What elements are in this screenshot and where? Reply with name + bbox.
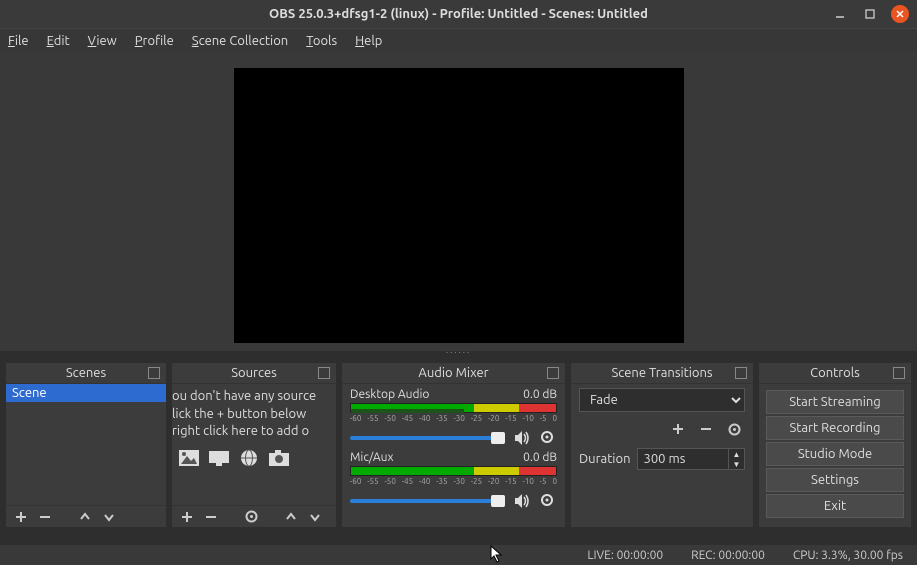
controls-panel: Controls Start Streaming Start Recording…: [759, 363, 911, 527]
audio-channel: Desktop Audio 0.0 dB -60-55-50-45-40-35-3…: [342, 384, 565, 447]
volume-slider[interactable]: [350, 436, 505, 440]
source-remove-button[interactable]: [202, 508, 220, 526]
window-title: OBS 25.0.3+dfsg1-2 (linux) - Profile: Un…: [269, 7, 648, 21]
channel-settings-icon[interactable]: [539, 429, 557, 447]
transition-settings-button[interactable]: [725, 420, 743, 438]
mouse-cursor-icon: [490, 545, 504, 563]
image-source-icon: [176, 447, 202, 469]
speaker-icon[interactable]: [513, 429, 531, 447]
scene-up-button[interactable]: [76, 508, 94, 526]
start-recording-button[interactable]: Start Recording: [766, 416, 904, 440]
source-up-button[interactable]: [282, 508, 300, 526]
mixer-title: Audio Mixer: [418, 366, 488, 380]
menu-help[interactable]: Help: [355, 34, 382, 48]
meter-ticks: -60-55-50-45-40-35-30-25-20-15-10-50: [350, 414, 557, 423]
panel-resize-grip[interactable]: ......: [446, 345, 471, 355]
scenes-panel: Scenes Scene: [6, 363, 166, 527]
display-source-icon: [206, 447, 232, 469]
sources-title: Sources: [231, 366, 277, 380]
sources-panel: Sources ou don't have any source lick th…: [172, 363, 336, 527]
window-close-button[interactable]: [891, 5, 909, 23]
popout-icon[interactable]: [547, 367, 559, 379]
scene-item[interactable]: Scene: [6, 384, 166, 402]
vu-meter: [350, 466, 557, 476]
menu-scene-collection[interactable]: Scene Collection: [192, 34, 288, 48]
controls-title: Controls: [810, 366, 860, 380]
duration-input[interactable]: [637, 448, 730, 470]
transition-remove-button[interactable]: [697, 420, 715, 438]
scene-add-button[interactable]: [12, 508, 30, 526]
menu-view[interactable]: View: [88, 34, 117, 48]
menu-profile[interactable]: Profile: [135, 34, 174, 48]
channel-db: 0.0 dB: [523, 451, 557, 464]
window-minimize-button[interactable]: [831, 5, 849, 23]
duration-label: Duration: [579, 452, 631, 466]
menubar: File Edit View Profile Scene Collection …: [0, 28, 917, 52]
menu-edit[interactable]: Edit: [47, 34, 70, 48]
audio-channel: Mic/Aux 0.0 dB -60-55-50-45-40-35-30-25-2…: [342, 447, 565, 510]
exit-button[interactable]: Exit: [766, 494, 904, 518]
volume-slider[interactable]: [350, 499, 505, 503]
menu-tools[interactable]: Tools: [306, 34, 337, 48]
camera-source-icon: [266, 447, 292, 469]
channel-db: 0.0 dB: [523, 388, 557, 401]
sources-hint: ou don't have any source lick the + butt…: [172, 384, 336, 445]
start-streaming-button[interactable]: Start Streaming: [766, 390, 904, 414]
meter-ticks: -60-55-50-45-40-35-30-25-20-15-10-50: [350, 477, 557, 486]
popout-icon[interactable]: [735, 367, 747, 379]
titlebar: OBS 25.0.3+dfsg1-2 (linux) - Profile: Un…: [0, 0, 917, 28]
statusbar: LIVE: 00:00:00 REC: 00:00:00 CPU: 3.3%, …: [0, 545, 917, 565]
channel-name: Desktop Audio: [350, 388, 429, 401]
preview-area: [0, 52, 917, 351]
duration-spinner[interactable]: ▲▼: [729, 448, 745, 470]
transitions-panel: Scene Transitions Fade Duration ▲▼: [571, 363, 753, 527]
vu-meter: [350, 403, 557, 413]
settings-button[interactable]: Settings: [766, 468, 904, 492]
status-live: LIVE: 00:00:00: [587, 549, 663, 562]
audio-mixer-panel: Audio Mixer Desktop Audio 0.0 dB -60-55-5…: [342, 363, 565, 527]
source-add-button[interactable]: [178, 508, 196, 526]
popout-icon[interactable]: [893, 367, 905, 379]
scene-remove-button[interactable]: [36, 508, 54, 526]
channel-settings-icon[interactable]: [539, 492, 557, 510]
transition-select[interactable]: Fade: [579, 388, 745, 412]
menu-file[interactable]: File: [8, 34, 29, 48]
status-cpu: CPU: 3.3%, 30.00 fps: [793, 549, 903, 562]
source-settings-button[interactable]: [242, 508, 260, 526]
transition-add-button[interactable]: [669, 420, 687, 438]
sources-list[interactable]: ou don't have any source lick the + butt…: [172, 384, 336, 505]
transitions-title: Scene Transitions: [611, 366, 712, 380]
browser-source-icon: [236, 447, 262, 469]
popout-icon[interactable]: [318, 367, 330, 379]
scene-down-button[interactable]: [100, 508, 118, 526]
studio-mode-button[interactable]: Studio Mode: [766, 442, 904, 466]
preview-canvas[interactable]: [234, 68, 684, 343]
status-rec: REC: 00:00:00: [691, 549, 765, 562]
channel-name: Mic/Aux: [350, 451, 394, 464]
window-maximize-button[interactable]: [861, 5, 879, 23]
speaker-icon[interactable]: [513, 492, 531, 510]
scenes-title: Scenes: [66, 366, 106, 380]
popout-icon[interactable]: [148, 367, 160, 379]
source-down-button[interactable]: [306, 508, 324, 526]
